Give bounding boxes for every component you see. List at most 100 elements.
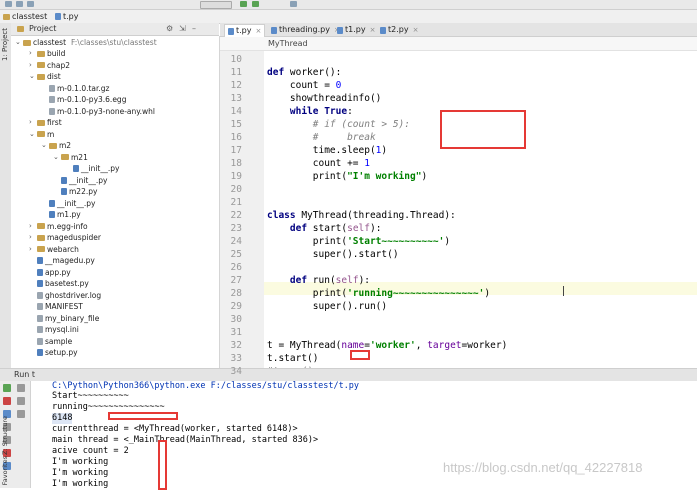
code-line-11[interactable]: def worker(): bbox=[267, 66, 341, 79]
tree-item[interactable]: m-0.1.0-py3.6.egg bbox=[41, 94, 126, 105]
line-number: 18 bbox=[230, 158, 242, 169]
code-line-15[interactable]: # if (count > 5): bbox=[267, 118, 410, 131]
code-line-16[interactable]: # break bbox=[267, 131, 376, 144]
line-number: 13 bbox=[230, 93, 242, 104]
file-icon bbox=[37, 337, 43, 345]
code-line-17[interactable]: time.sleep(1) bbox=[267, 144, 387, 157]
tree-item[interactable]: m22.py bbox=[53, 186, 97, 197]
tab-threading-py[interactable]: threading.py × bbox=[268, 24, 343, 36]
arrow-up-icon[interactable] bbox=[17, 384, 25, 392]
code-line-24[interactable]: print('Start~~~~~~~~~~') bbox=[267, 235, 450, 248]
tree-item[interactable]: ⌄ m bbox=[29, 129, 54, 140]
tree-item-label: build bbox=[47, 49, 66, 58]
rerun-icon[interactable] bbox=[3, 384, 11, 392]
tab-t1-py[interactable]: t1.py × bbox=[334, 24, 378, 36]
tree-item[interactable]: app.py bbox=[29, 267, 71, 278]
project-panel-title[interactable]: Project bbox=[29, 24, 56, 33]
hide-icon[interactable]: – bbox=[192, 24, 196, 33]
tree-item[interactable]: › mageduspider bbox=[29, 232, 101, 243]
code-line-18[interactable]: count += 1 bbox=[267, 157, 370, 170]
tab-t2-py[interactable]: t2.py × bbox=[377, 24, 421, 36]
tree-root[interactable]: ⌄ classtest F:\classes\stu\classtest bbox=[15, 37, 157, 48]
tree-item[interactable]: sample bbox=[29, 336, 72, 347]
tree-item[interactable]: m-0.1.0-py3-none-any.whl bbox=[41, 106, 155, 117]
chevron-down-icon[interactable]: ⌄ bbox=[29, 129, 35, 140]
code-line-23[interactable]: def start(self): bbox=[267, 222, 382, 235]
run-config-select[interactable] bbox=[200, 1, 232, 9]
line-number: 28 bbox=[230, 288, 242, 299]
tab-t-py[interactable]: t.py × bbox=[224, 24, 266, 37]
tree-item[interactable]: ghostdriver.log bbox=[29, 290, 101, 301]
file-icon bbox=[49, 107, 55, 115]
structure-tool-tab[interactable]: Z: Structure bbox=[1, 416, 9, 455]
code-line-25[interactable]: super().start() bbox=[267, 248, 399, 261]
arrow-down-icon[interactable] bbox=[17, 397, 25, 405]
save-icon[interactable] bbox=[16, 1, 23, 7]
code-line-14[interactable]: while True: bbox=[267, 105, 353, 118]
python-file-icon bbox=[55, 13, 61, 20]
tree-item[interactable]: MANIFEST bbox=[29, 301, 83, 312]
chevron-right-icon[interactable]: › bbox=[29, 244, 35, 255]
nav-file-label: t.py bbox=[63, 12, 79, 21]
tree-item-label: m21 bbox=[71, 152, 88, 162]
python-file-icon bbox=[61, 188, 67, 195]
settings-icon[interactable] bbox=[290, 1, 297, 7]
chevron-down-icon[interactable]: ⌄ bbox=[15, 37, 21, 48]
run-icon[interactable] bbox=[240, 1, 247, 7]
favorites-tool-tab[interactable]: Favorites bbox=[1, 456, 9, 485]
tree-item[interactable]: __init__.py bbox=[53, 175, 107, 186]
code-line-27[interactable]: def run(self): bbox=[267, 274, 370, 287]
code-line-32[interactable]: t = MyThread(name='worker', target=worke… bbox=[267, 339, 507, 352]
chevron-down-icon[interactable]: ⌄ bbox=[29, 71, 35, 82]
collapse-icon[interactable]: ⇲ bbox=[179, 24, 186, 33]
tree-item[interactable]: › chap2 bbox=[29, 60, 70, 71]
tab-label: threading.py bbox=[279, 25, 330, 34]
tree-item[interactable]: › first bbox=[29, 117, 62, 128]
code-line-12[interactable]: count = 0 bbox=[267, 79, 342, 92]
tree-item[interactable]: basetest.py bbox=[29, 278, 89, 289]
breadcrumb-class[interactable]: MyThread bbox=[268, 39, 308, 48]
stop-icon[interactable] bbox=[3, 397, 11, 405]
tree-item[interactable]: ⌄ dist bbox=[29, 71, 61, 82]
code-line-29[interactable]: super().run() bbox=[267, 300, 387, 313]
code-line-28[interactable]: print('running~~~~~~~~~~~~~~~') bbox=[267, 287, 490, 300]
close-icon[interactable]: × bbox=[413, 24, 419, 36]
tree-item[interactable]: ⌄ m21 bbox=[53, 152, 88, 163]
chevron-right-icon[interactable]: › bbox=[29, 221, 35, 232]
tree-item-label: ghostdriver.log bbox=[45, 290, 102, 300]
code-line-13[interactable]: showthreadinfo() bbox=[267, 92, 382, 105]
tree-item[interactable]: setup.py bbox=[29, 347, 78, 358]
chevron-right-icon[interactable]: › bbox=[29, 60, 35, 71]
sync-icon[interactable] bbox=[27, 1, 34, 7]
tree-item[interactable]: › webarch bbox=[29, 244, 79, 255]
chevron-right-icon[interactable]: › bbox=[29, 48, 35, 59]
tree-item[interactable]: › build bbox=[29, 48, 65, 59]
code-line-19[interactable]: print("I'm working") bbox=[267, 170, 427, 183]
chevron-down-icon[interactable]: ⌄ bbox=[41, 140, 47, 151]
gear-icon[interactable]: ⚙ bbox=[166, 24, 173, 33]
soft-wrap-icon[interactable] bbox=[17, 410, 25, 418]
debug-icon[interactable] bbox=[252, 1, 259, 7]
close-icon[interactable]: × bbox=[256, 25, 262, 37]
project-tool-tab[interactable]: 1: Project bbox=[1, 28, 9, 61]
tree-item[interactable]: __magedu.py bbox=[29, 255, 95, 266]
close-icon[interactable]: × bbox=[370, 24, 376, 36]
tree-item[interactable]: my_binary_file bbox=[29, 313, 99, 324]
nav-file[interactable]: t.py bbox=[55, 12, 79, 21]
code-line-22[interactable]: class MyThread(threading.Thread): bbox=[267, 209, 456, 222]
chevron-down-icon[interactable]: ⌄ bbox=[53, 152, 59, 163]
run-title[interactable]: Run t bbox=[14, 370, 35, 379]
nav-project[interactable]: classtest bbox=[3, 12, 47, 21]
code-line-33[interactable]: t.start() bbox=[267, 352, 318, 365]
line-number: 21 bbox=[230, 197, 242, 208]
open-icon[interactable] bbox=[5, 1, 12, 7]
tree-item[interactable]: › m.egg-info bbox=[29, 221, 88, 232]
tree-item[interactable]: __init__.py bbox=[41, 198, 95, 209]
chevron-right-icon[interactable]: › bbox=[29, 117, 35, 128]
tree-item[interactable]: ⌄ m2 bbox=[41, 140, 71, 151]
chevron-right-icon[interactable]: › bbox=[29, 232, 35, 243]
tree-item[interactable]: m-0.1.0.tar.gz bbox=[41, 83, 110, 94]
tree-item[interactable]: m1.py bbox=[41, 209, 81, 220]
tree-item[interactable]: mysql.ini bbox=[29, 324, 79, 335]
tree-item[interactable]: __init__.py bbox=[65, 163, 119, 174]
